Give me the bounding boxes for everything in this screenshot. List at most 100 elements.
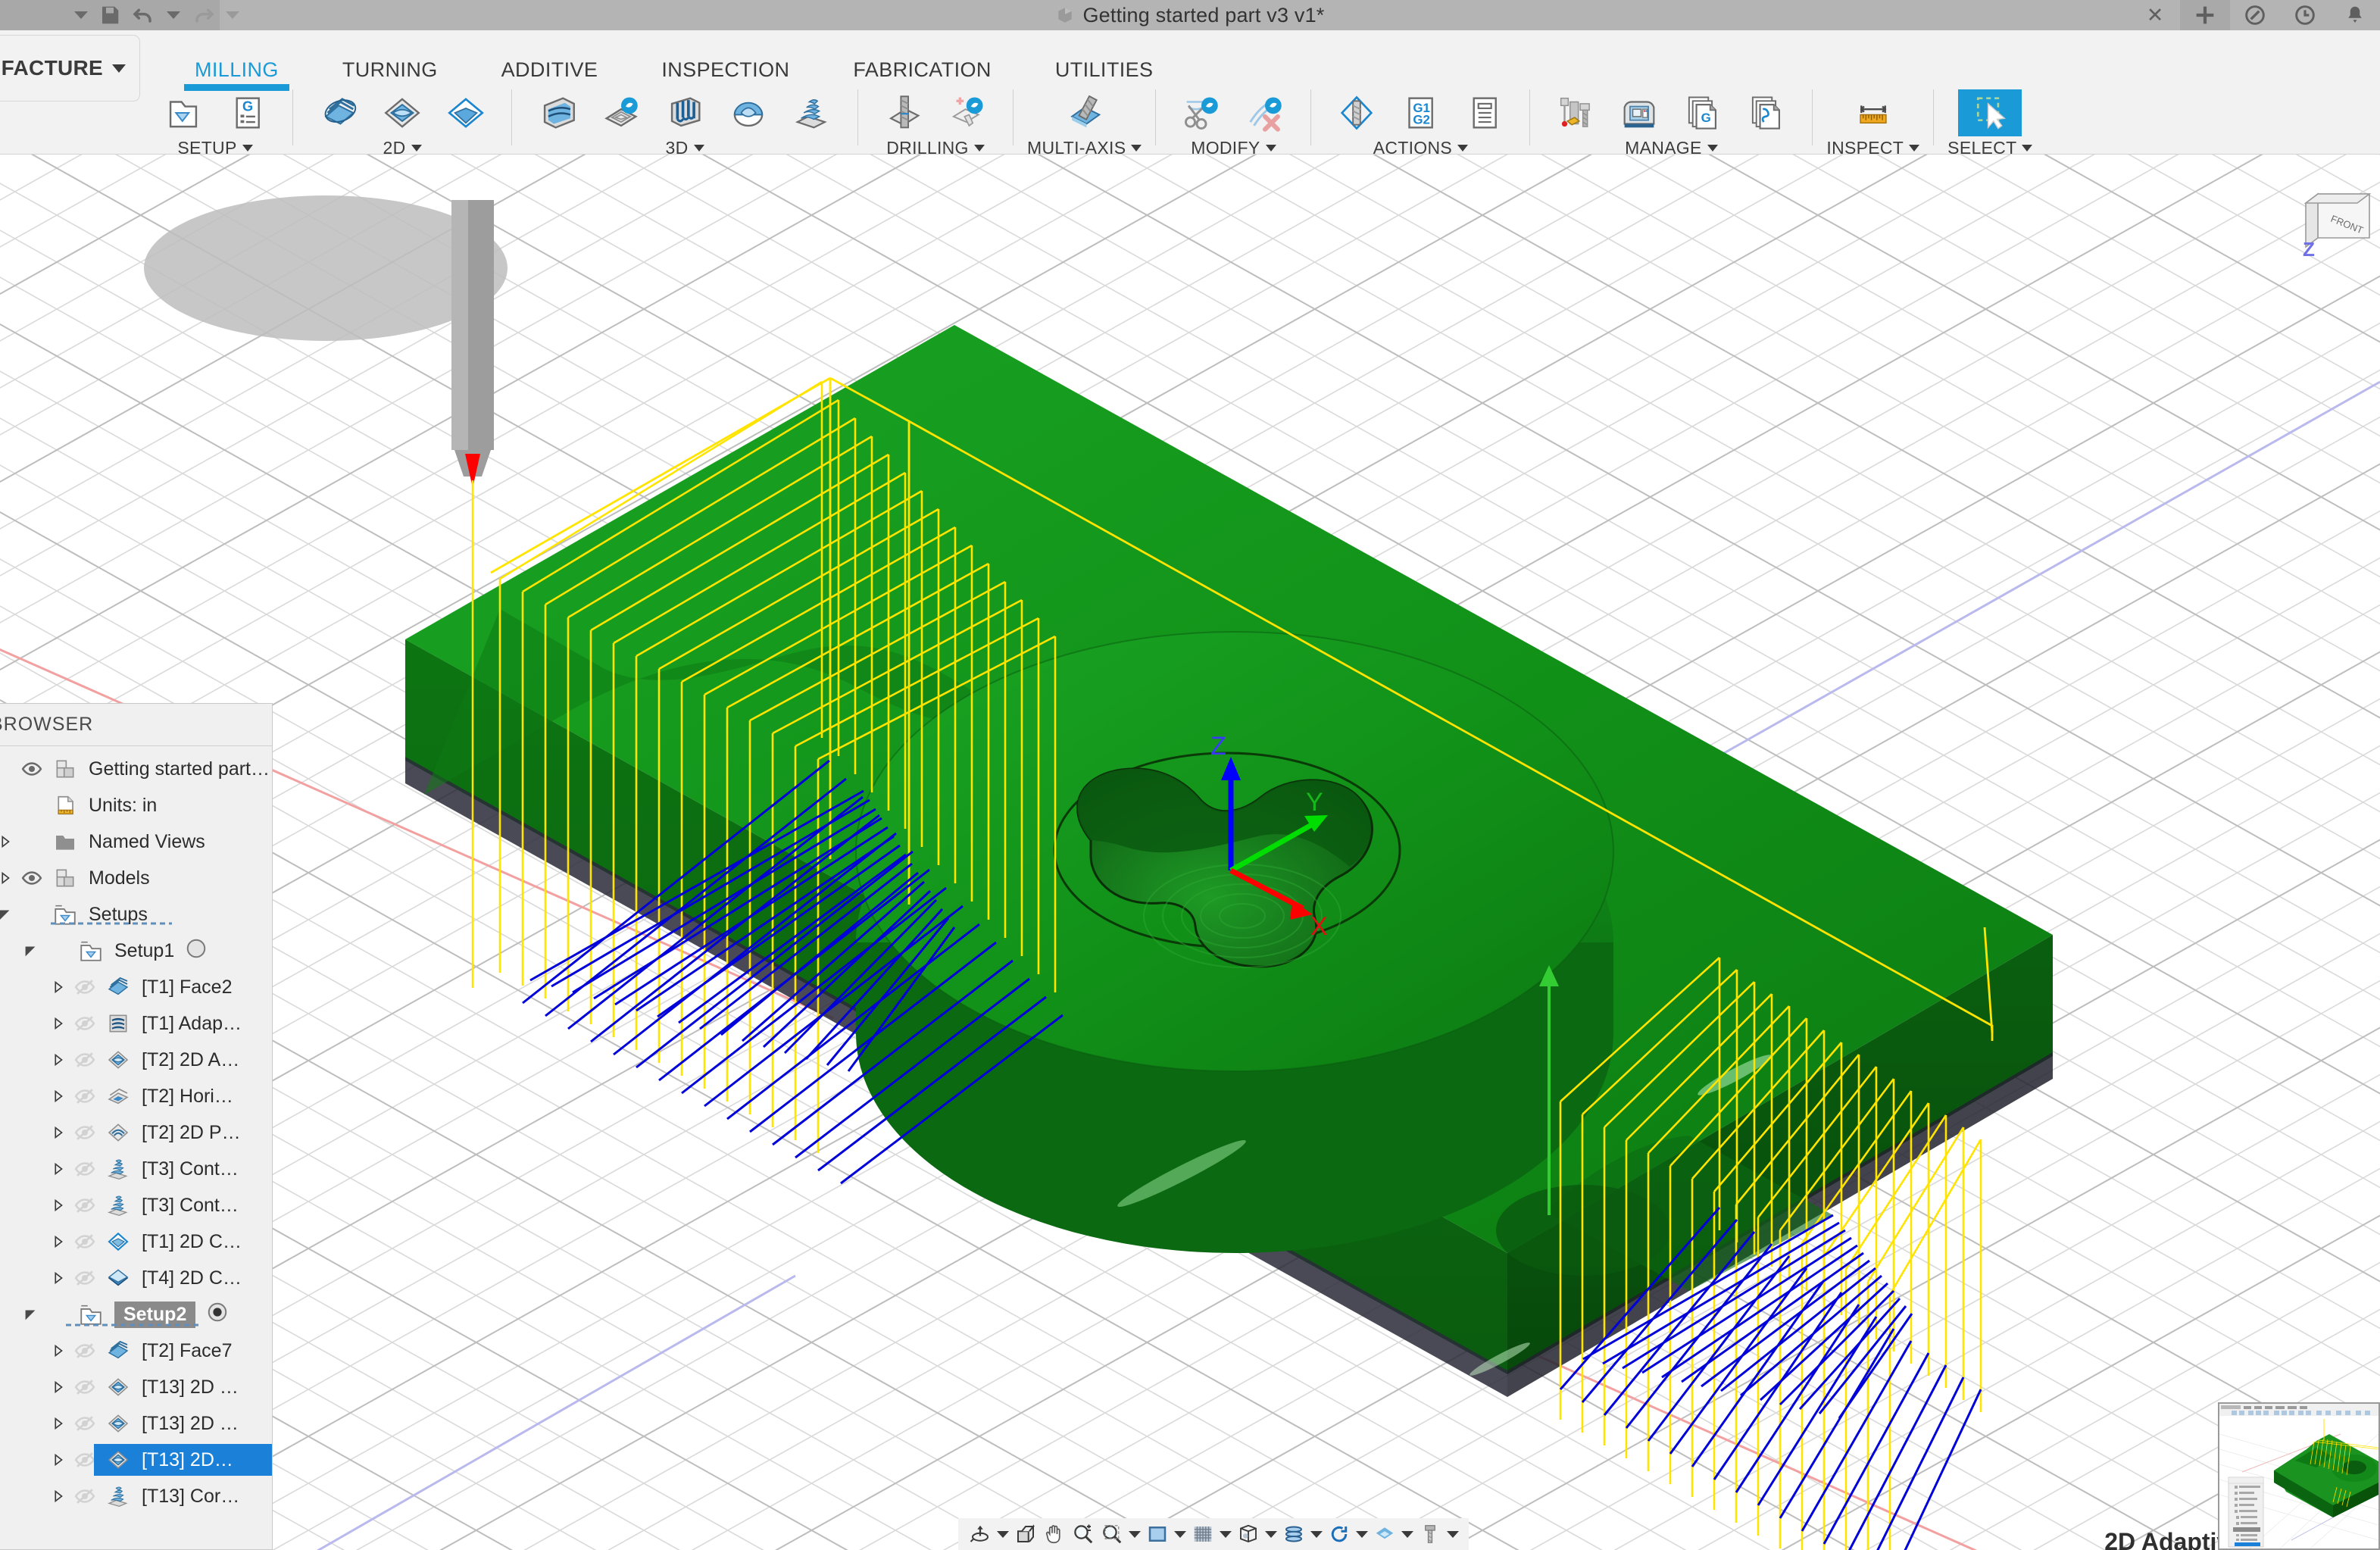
display-settings-dropdown-caret[interactable] (1172, 1520, 1188, 1548)
tab-utilities[interactable]: UTILITIES (1023, 53, 1185, 86)
chevron-down-icon[interactable] (2022, 145, 2033, 152)
tab-turning[interactable]: TURNING (311, 53, 470, 86)
chevron-down-icon[interactable] (693, 145, 704, 152)
simulate-tool-icon[interactable] (1325, 89, 1388, 136)
scissors-icon[interactable] (1170, 89, 1233, 136)
simulation-dropdown-caret[interactable] (1354, 1520, 1370, 1548)
chevron-down-icon[interactable] (1909, 145, 1920, 152)
folder-setup-icon[interactable] (151, 89, 215, 136)
tool-library-icon[interactable] (1544, 89, 1607, 136)
drill-icon[interactable] (872, 89, 935, 136)
tool-display-icon[interactable] (1416, 1520, 1445, 1548)
contour-2d-icon[interactable] (434, 89, 498, 136)
zoom-window-icon[interactable] (1098, 1520, 1126, 1548)
notifications-bell-icon[interactable] (2330, 0, 2380, 30)
expand-arrow-icon[interactable] (46, 1233, 69, 1250)
undo-icon[interactable] (132, 2, 156, 28)
expand-arrow-icon[interactable] (46, 1088, 69, 1105)
tree-item[interactable]: [T3] Cont… (0, 1151, 272, 1187)
machine-icon[interactable] (1607, 89, 1671, 136)
look-at-icon[interactable] (1011, 1520, 1040, 1548)
chevron-down-icon[interactable] (973, 145, 985, 152)
tree-item[interactable]: [T1] Adap… (0, 1005, 272, 1042)
tree-item[interactable]: Named Views (0, 823, 272, 860)
active-setup-radio[interactable] (206, 1301, 229, 1329)
tree-item[interactable]: [T13] 2D… (0, 1442, 272, 1478)
expand-arrow-icon[interactable] (46, 1379, 69, 1395)
tab-additive[interactable]: ADDITIVE (470, 53, 630, 86)
toolpath-display-dropdown-caret[interactable] (1399, 1520, 1416, 1548)
visibility-eye-icon[interactable] (69, 1012, 101, 1035)
expand-arrow-icon[interactable] (46, 1452, 69, 1468)
visibility-eye-icon[interactable] (69, 1048, 101, 1071)
ruler-measure-icon[interactable] (1841, 89, 1905, 136)
expand-arrow-icon[interactable] (46, 1342, 69, 1359)
simulation-refresh-icon[interactable] (1325, 1520, 1354, 1548)
expand-arrow-icon[interactable] (46, 979, 69, 995)
expand-arrow-icon[interactable] (19, 1306, 42, 1323)
g-code-list-icon[interactable]: G (215, 89, 279, 136)
tab-milling[interactable]: MILLING (163, 53, 311, 91)
tool-dropdown-caret[interactable] (1445, 1520, 1461, 1548)
expand-arrow-icon[interactable] (46, 1415, 69, 1432)
visibility-eye-icon[interactable] (69, 1485, 101, 1508)
expand-arrow-icon[interactable] (19, 942, 42, 959)
adaptive-2d-icon[interactable] (370, 89, 434, 136)
expand-arrow-icon[interactable] (46, 1052, 69, 1068)
visibility-eye-icon[interactable] (69, 1121, 101, 1144)
expand-arrow-icon[interactable] (46, 1124, 69, 1141)
pan-hand-icon[interactable] (1040, 1520, 1069, 1548)
setup-sheet-icon[interactable] (1452, 89, 1516, 136)
tree-item[interactable]: Getting started part… (0, 751, 272, 787)
browser-tree[interactable]: Getting started part… Units: in Named Vi… (0, 746, 272, 1514)
tree-item[interactable]: [T3] Cont… (0, 1187, 272, 1223)
visibility-eye-icon[interactable] (69, 1194, 101, 1217)
tree-item[interactable]: [T13] Cor… (0, 1478, 272, 1514)
visibility-eye-icon[interactable] (69, 1158, 101, 1180)
tree-item[interactable]: Models (0, 860, 272, 896)
post-library-g-icon[interactable]: G (1671, 89, 1735, 136)
tree-item[interactable]: [T13] 2D … (0, 1405, 272, 1442)
toolpath-display-icon[interactable] (1370, 1520, 1399, 1548)
visibility-eye-icon[interactable] (16, 758, 48, 780)
visibility-eye-icon[interactable] (69, 1267, 101, 1289)
tree-item[interactable]: [T2] Face7 (0, 1333, 272, 1369)
tab-inspection[interactable]: INSPECTION (629, 53, 821, 86)
expand-arrow-icon[interactable] (46, 1015, 69, 1032)
expand-arrow-icon[interactable] (0, 870, 16, 886)
title-bar-quick-access[interactable] (0, 0, 239, 30)
visibility-eye-icon[interactable] (69, 1412, 101, 1435)
picture-in-picture-preview[interactable] (2218, 1402, 2380, 1550)
grid-snaps-icon[interactable] (1188, 1520, 1217, 1548)
visibility-eye-icon[interactable] (69, 1085, 101, 1108)
redo-icon[interactable] (191, 2, 215, 28)
tree-item[interactable]: Setup1 (0, 933, 272, 969)
expand-arrow-icon[interactable] (46, 1270, 69, 1286)
adaptive-3d-icon[interactable] (526, 89, 589, 136)
delete-x-icon[interactable] (1233, 89, 1297, 136)
orbit-icon[interactable] (966, 1520, 995, 1548)
tree-item[interactable]: [T2] Hori… (0, 1078, 272, 1114)
chevron-down-icon[interactable] (1457, 145, 1469, 152)
pocket-3d-icon[interactable] (589, 89, 653, 136)
visibility-eye-icon[interactable] (16, 867, 48, 889)
visibility-eye-icon[interactable] (69, 1376, 101, 1398)
viewports-dropdown-caret[interactable] (1263, 1520, 1279, 1548)
close-icon[interactable]: ✕ (2130, 0, 2180, 30)
grid-snaps-dropdown-caret[interactable] (1217, 1520, 1234, 1548)
visibility-eye-icon[interactable] (69, 1339, 101, 1362)
tree-item[interactable]: [T2] 2D P… (0, 1114, 272, 1151)
tree-item[interactable]: [T13] 2D … (0, 1369, 272, 1405)
new-tab-icon[interactable] (2180, 0, 2230, 30)
expand-arrow-icon[interactable] (46, 1488, 69, 1505)
bore-plus-icon[interactable] (935, 89, 999, 136)
navigation-bar[interactable] (958, 1518, 1469, 1550)
chevron-down-icon[interactable] (1265, 145, 1276, 152)
viewports-icon[interactable] (1234, 1520, 1263, 1548)
contour-3d-icon[interactable] (780, 89, 844, 136)
swarf-multiaxis-icon[interactable] (1053, 89, 1117, 136)
visibility-eye-icon[interactable] (69, 976, 101, 998)
tree-item[interactable]: Setups (0, 896, 272, 933)
tree-item[interactable]: [T2] 2D A… (0, 1042, 272, 1078)
undo-dropdown-caret[interactable] (167, 11, 180, 19)
